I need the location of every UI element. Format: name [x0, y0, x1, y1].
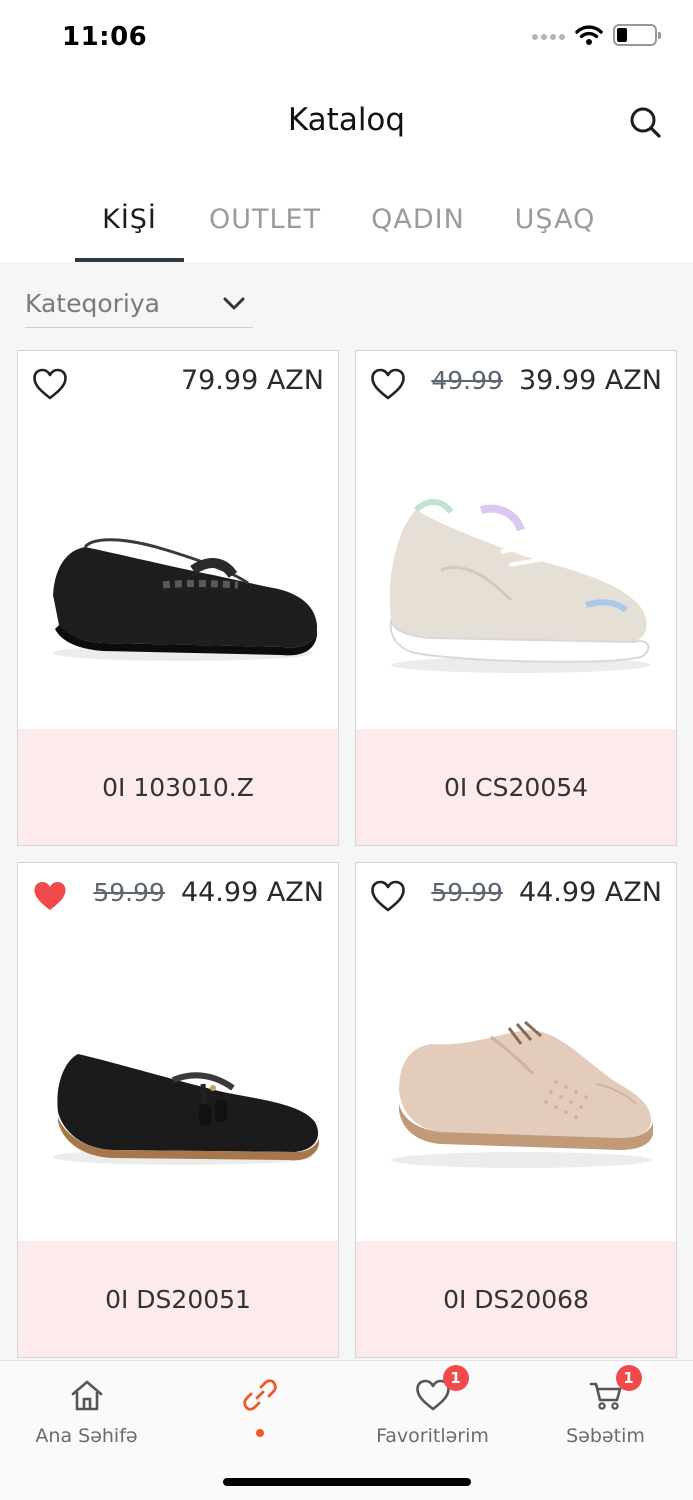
- product-image: [356, 933, 676, 1241]
- search-icon: [630, 107, 661, 138]
- old-price: 59.99: [431, 878, 503, 907]
- product-image: [18, 421, 338, 729]
- product-image: [356, 421, 676, 729]
- home-indicator[interactable]: [223, 1478, 471, 1486]
- shoe-image: [53, 538, 318, 661]
- link-icon: [242, 1379, 277, 1411]
- search-button[interactable]: [625, 102, 665, 142]
- price-block: 49.99 39.99 AZN: [431, 365, 662, 396]
- product-card[interactable]: 49.99 39.99 AZN 0I CS20054: [355, 350, 677, 846]
- price-block: 59.99 44.99 AZN: [431, 877, 662, 908]
- favorite-heart-icon[interactable]: [370, 879, 406, 913]
- active-indicator-dot: [255, 1429, 264, 1437]
- category-dropdown-label: Kateqoriya: [25, 289, 160, 318]
- product-code: 0I DS20051: [18, 1241, 338, 1357]
- product-image: [18, 933, 338, 1241]
- product-code: 0I DS20068: [356, 1241, 676, 1357]
- page-title: Kataloq: [287, 102, 406, 138]
- shoe-image: [389, 499, 651, 673]
- wifi-icon: [575, 25, 603, 45]
- tab-kisi[interactable]: KİŞİ: [75, 176, 184, 262]
- old-price: 59.99: [93, 878, 165, 907]
- current-price: 39.99 AZN: [518, 365, 662, 396]
- home-icon: [71, 1380, 102, 1411]
- battery-icon: [613, 24, 661, 46]
- nav-favorites-label: Favoritlərim: [376, 1425, 489, 1447]
- current-price: 44.99 AZN: [180, 877, 324, 908]
- product-card[interactable]: 59.99 44.99 AZN 0I DS20068: [355, 862, 677, 1358]
- shoe-image: [391, 1020, 653, 1168]
- tab-qadin[interactable]: QADIN: [346, 176, 490, 262]
- nav-home[interactable]: Ana Səhifə: [0, 1375, 173, 1447]
- nav-cart[interactable]: 1 Səbətim: [519, 1365, 692, 1447]
- cellular-signal-icon: [532, 34, 565, 40]
- nav-home-label: Ana Səhifə: [35, 1425, 138, 1447]
- status-bar: 11:06: [0, 0, 693, 76]
- old-price: 49.99: [431, 366, 503, 395]
- category-dropdown[interactable]: Kateqoriya: [25, 280, 253, 328]
- chevron-down-icon: [223, 297, 245, 309]
- catalog-content: Kateqoriya 79.99 AZN 0I 103010.Z 49.99 3…: [0, 262, 693, 1360]
- favorite-heart-icon[interactable]: [32, 367, 68, 401]
- favorite-heart-icon[interactable]: [370, 367, 406, 401]
- status-icons: [532, 24, 661, 46]
- tab-outlet[interactable]: OUTLET: [184, 176, 346, 262]
- category-tabs: KİŞİ OUTLET QADIN UŞAQ: [0, 176, 693, 262]
- status-time: 11:06: [62, 22, 148, 52]
- shoe-image: [53, 1054, 319, 1165]
- tab-usaq[interactable]: UŞAQ: [490, 176, 620, 262]
- current-price: 44.99 AZN: [518, 877, 662, 908]
- product-code: 0I CS20054: [356, 729, 676, 845]
- cart-badge: 1: [615, 1365, 642, 1391]
- favorites-badge: 1: [442, 1365, 469, 1391]
- price-block: 59.99 44.99 AZN: [93, 877, 324, 908]
- price-block: 79.99 AZN: [181, 365, 324, 396]
- product-code: 0I 103010.Z: [18, 729, 338, 845]
- nav-favorites[interactable]: 1 Favoritlərim: [346, 1365, 519, 1447]
- current-price: 79.99 AZN: [180, 365, 324, 396]
- product-card[interactable]: 59.99 44.99 AZN 0I DS20051: [17, 862, 339, 1358]
- nav-cart-label: Səbətim: [566, 1425, 645, 1447]
- header: Kataloq: [0, 76, 693, 176]
- product-card[interactable]: 79.99 AZN 0I 103010.Z: [17, 350, 339, 846]
- nav-catalog[interactable]: [173, 1375, 346, 1437]
- favorite-heart-filled-icon[interactable]: [32, 879, 68, 913]
